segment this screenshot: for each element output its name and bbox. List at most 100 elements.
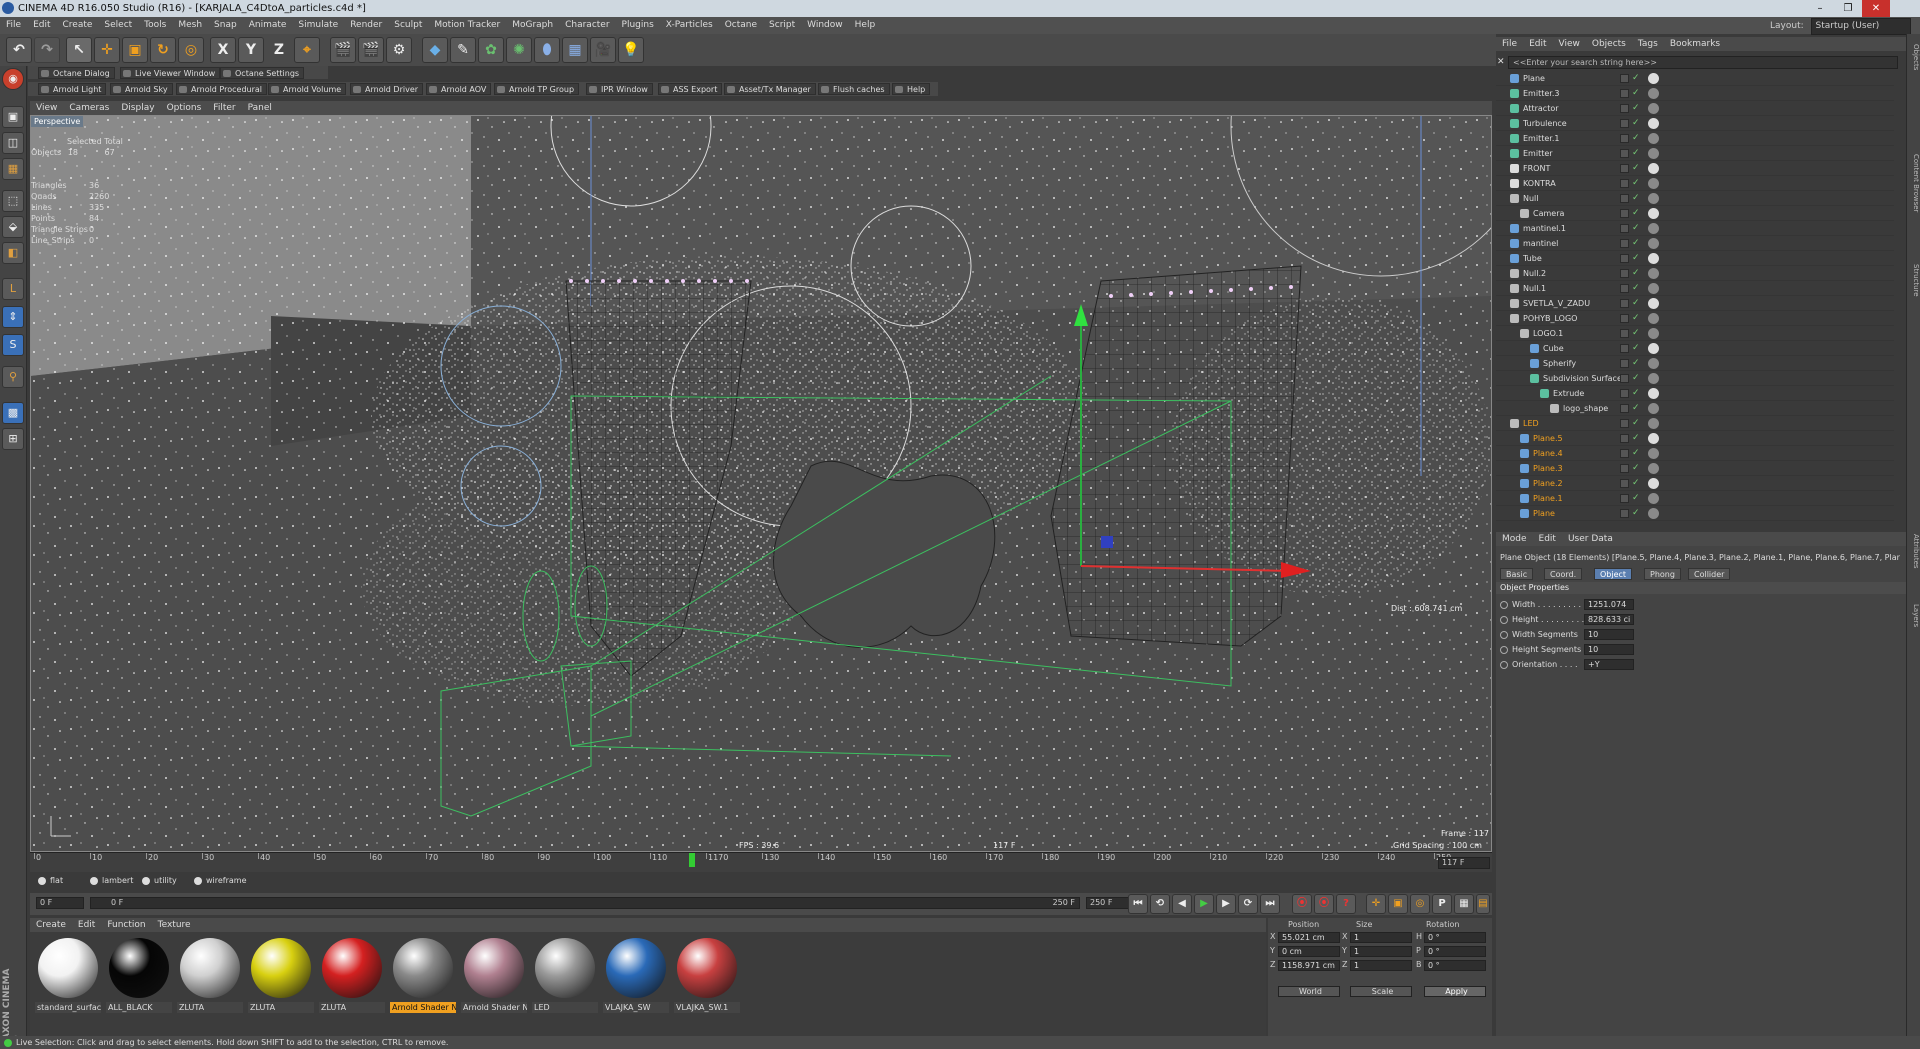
visibility-toggle-icon[interactable] — [1620, 389, 1629, 398]
property-value-field[interactable]: 828.633 ci — [1584, 614, 1634, 625]
material-tag-icon[interactable] — [1648, 493, 1659, 504]
attribute-tab-phong[interactable]: Phong — [1644, 568, 1681, 580]
enabled-check-icon[interactable]: ✓ — [1632, 73, 1640, 83]
live-selection-icon[interactable]: ↖ — [66, 37, 92, 63]
object-menu-tags[interactable]: Tags — [1632, 37, 1664, 51]
object-menu-file[interactable]: File — [1496, 37, 1523, 51]
deformer-icon[interactable]: ⬮ — [534, 37, 560, 63]
attribute-tab-coord[interactable]: Coord. — [1544, 568, 1583, 580]
enabled-check-icon[interactable]: ✓ — [1632, 223, 1640, 233]
object-row-mantinel[interactable]: mantinel ✓ — [1496, 236, 1894, 251]
close-button[interactable]: ✕ — [1862, 0, 1890, 17]
object-row-plane-2[interactable]: Plane.2 ✓ — [1496, 476, 1894, 491]
material-tag-icon[interactable] — [1648, 478, 1659, 489]
object-row-plane-3[interactable]: Plane.3 ✓ — [1496, 461, 1894, 476]
enabled-check-icon[interactable]: ✓ — [1632, 313, 1640, 323]
render-picture-viewer-icon[interactable]: 🎬 — [358, 37, 384, 63]
menu-simulate[interactable]: Simulate — [292, 17, 344, 34]
object-row-tube[interactable]: Tube ✓ — [1496, 251, 1894, 266]
enabled-check-icon[interactable]: ✓ — [1632, 118, 1640, 128]
object-row-null-2[interactable]: Null.2 ✓ — [1496, 266, 1894, 281]
object-row-emitter-1[interactable]: Emitter.1 ✓ — [1496, 131, 1894, 146]
visibility-toggle-icon[interactable] — [1620, 494, 1629, 503]
visibility-toggle-icon[interactable] — [1620, 404, 1629, 413]
array-icon[interactable]: ✺ — [506, 37, 532, 63]
arnold-help-button[interactable]: Help — [892, 83, 931, 95]
render-view-icon[interactable]: 🎬 — [330, 37, 356, 63]
enabled-check-icon[interactable]: ✓ — [1632, 388, 1640, 398]
visibility-toggle-icon[interactable] — [1620, 224, 1629, 233]
workplane-grid-icon[interactable]: ▩ — [2, 402, 24, 424]
enabled-check-icon[interactable]: ✓ — [1632, 433, 1640, 443]
move-icon[interactable]: ✛ — [94, 37, 120, 63]
coords-world-dropdown[interactable]: World — [1278, 986, 1340, 997]
enabled-check-icon[interactable]: ✓ — [1632, 478, 1640, 488]
visibility-toggle-icon[interactable] — [1620, 434, 1629, 443]
display-mode-wireframe[interactable]: wireframe — [194, 876, 247, 885]
enabled-check-icon[interactable]: ✓ — [1632, 148, 1640, 158]
goto-start-icon[interactable]: ⏮ — [1128, 894, 1148, 914]
material-tag-icon[interactable] — [1648, 133, 1659, 144]
attribute-tab-basic[interactable]: Basic — [1500, 568, 1534, 580]
arnold-procedural-button[interactable]: Arnold Procedural — [176, 83, 268, 95]
rotate-icon[interactable]: ↻ — [150, 37, 176, 63]
attribute-menu-user-data[interactable]: User Data — [1562, 532, 1619, 546]
viewport-menu-view[interactable]: View — [30, 101, 63, 115]
property-radio-icon[interactable] — [1500, 630, 1508, 639]
material-swatch[interactable]: ZLUTA — [247, 936, 315, 1014]
material-swatch[interactable]: VLAJKA_SW.1 — [673, 936, 741, 1014]
search-close-icon[interactable]: ✕ — [1497, 57, 1506, 68]
tweak-mode-icon[interactable]: ⇕ — [2, 306, 24, 328]
timeline-menu-icon[interactable]: ▤ — [1476, 894, 1490, 914]
enabled-check-icon[interactable]: ✓ — [1632, 328, 1640, 338]
y-axis-lock-button[interactable]: Y — [238, 37, 264, 63]
ipr-window-button[interactable]: IPR Window — [586, 83, 653, 95]
layout-selector[interactable]: Layout: Startup (User) — [1770, 18, 1911, 35]
locked-workplane-icon[interactable]: ⊞ — [2, 428, 24, 450]
material-tag-icon[interactable] — [1648, 313, 1659, 324]
side-tab-objects[interactable]: Objects — [1908, 44, 1920, 70]
display-mode-lambert[interactable]: lambert — [90, 876, 133, 885]
material-swatch[interactable]: Arnold Shader N — [460, 936, 528, 1014]
side-tab-structure[interactable]: Structure — [1908, 264, 1920, 297]
enabled-check-icon[interactable]: ✓ — [1632, 358, 1640, 368]
current-frame-field[interactable]: 117 F — [1438, 857, 1490, 869]
property-radio-icon[interactable] — [1500, 645, 1508, 654]
menu-edit[interactable]: Edit — [27, 17, 56, 34]
key-position-icon[interactable]: ✛ — [1366, 894, 1386, 914]
side-tab-attributes[interactable]: Attributes — [1908, 534, 1920, 569]
side-tab-content-browser[interactable]: Content Browser — [1908, 154, 1920, 212]
visibility-toggle-icon[interactable] — [1620, 164, 1629, 173]
object-row-turbulence[interactable]: Turbulence ✓ — [1496, 116, 1894, 131]
octane-dialog-button[interactable]: Octane Dialog — [38, 67, 115, 79]
enabled-check-icon[interactable]: ✓ — [1632, 268, 1640, 278]
enabled-check-icon[interactable]: ✓ — [1632, 163, 1640, 173]
material-tag-icon[interactable] — [1648, 253, 1659, 264]
coords-position-field[interactable]: 55.021 cm — [1278, 932, 1340, 943]
coords-position-field[interactable]: 0 cm — [1278, 946, 1340, 957]
material-menu-function[interactable]: Function — [101, 918, 151, 932]
viewport-menu-options[interactable]: Options — [161, 101, 208, 115]
material-tag-icon[interactable] — [1648, 358, 1659, 369]
attribute-menu-edit[interactable]: Edit — [1533, 532, 1562, 546]
autokey-icon[interactable]: ⦿ — [1314, 894, 1334, 914]
object-row-led[interactable]: LED ✓ — [1496, 416, 1894, 431]
material-tag-icon[interactable] — [1648, 178, 1659, 189]
enabled-check-icon[interactable]: ✓ — [1632, 448, 1640, 458]
timeline-ruler[interactable]: 0 10 20 30 40 50 60 70 80 90 100 110 1170 130 140 150 16… — [30, 852, 1492, 872]
material-tag-icon[interactable] — [1648, 403, 1659, 414]
menu-help[interactable]: Help — [849, 17, 882, 34]
menu-animate[interactable]: Animate — [243, 17, 293, 34]
visibility-toggle-icon[interactable] — [1620, 134, 1629, 143]
ass-export-button[interactable]: ASS Export — [658, 83, 723, 95]
scale-icon[interactable]: ▣ — [122, 37, 148, 63]
material-tag-icon[interactable] — [1648, 463, 1659, 474]
enabled-check-icon[interactable]: ✓ — [1632, 508, 1640, 518]
next-frame-icon[interactable]: ▶ — [1216, 894, 1236, 914]
material-tag-icon[interactable] — [1648, 418, 1659, 429]
prev-key-icon[interactable]: ⟲ — [1150, 894, 1170, 914]
material-menu-texture[interactable]: Texture — [152, 918, 197, 932]
object-row-plane-1[interactable]: Plane.1 ✓ — [1496, 491, 1894, 506]
z-axis-lock-button[interactable]: Z — [266, 37, 292, 63]
visibility-toggle-icon[interactable] — [1620, 74, 1629, 83]
